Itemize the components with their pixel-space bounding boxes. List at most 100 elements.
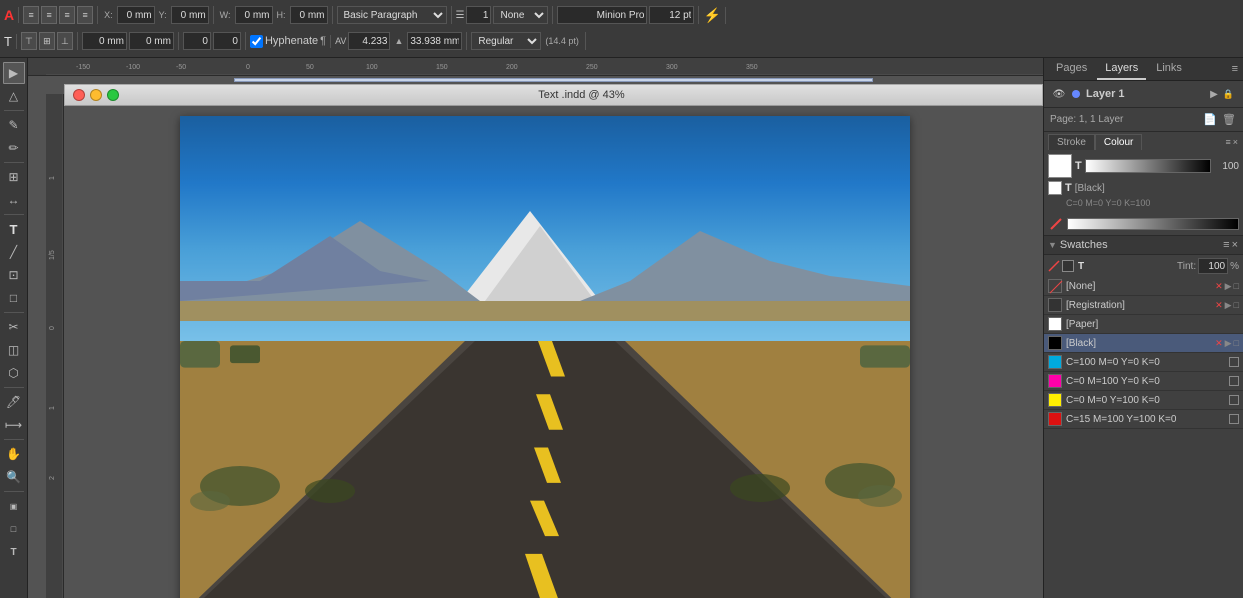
type-tool-btn[interactable]: T	[3, 218, 25, 240]
measure-btn[interactable]: ⟼	[3, 414, 25, 436]
x-input[interactable]: 0 mm	[117, 6, 155, 24]
pilcrow-icon: ¶	[320, 35, 326, 47]
paragraph-style-select[interactable]: Basic Paragraph	[337, 6, 447, 24]
hyphenate-checkbox[interactable]	[250, 35, 263, 48]
swatch-magenta-box	[1229, 376, 1239, 386]
close-button[interactable]	[73, 89, 85, 101]
swatch-black[interactable]: [Black] ✕ ▶ □	[1044, 334, 1243, 353]
scale-btn[interactable]: ↔	[3, 189, 25, 211]
swatch-paper[interactable]: [Paper]	[1044, 315, 1243, 334]
swatch-red[interactable]: C=15 M=100 Y=100 K=0	[1044, 410, 1243, 429]
tint-value-input[interactable]: 100	[1198, 258, 1228, 274]
maximize-button[interactable]	[107, 89, 119, 101]
svg-text:250: 250	[586, 64, 598, 71]
tab-pages[interactable]: Pages	[1048, 58, 1095, 80]
swatches-close-btn[interactable]: ×	[1231, 238, 1239, 252]
align-center-btn[interactable]: ≡	[41, 6, 57, 24]
color-slider-bar[interactable]	[1085, 159, 1211, 173]
align-bottom-btn[interactable]: ⊥	[57, 32, 73, 50]
toolbar-group-size: W: 0 mm H: 0 mm	[218, 6, 333, 24]
new-page-btn[interactable]: 📄	[1202, 112, 1218, 127]
t-row-2: T [Black]	[1044, 180, 1243, 196]
swatch-yellow[interactable]: C=0 M=0 Y=100 K=0	[1044, 391, 1243, 410]
pen-tool-btn[interactable]: ✎	[3, 114, 25, 136]
font-style-select[interactable]: Regular	[471, 32, 541, 50]
type-on-path-btn[interactable]: T	[3, 541, 25, 563]
panel-header-tabs: Pages Layers Links ≡	[1044, 58, 1243, 81]
preview-btn[interactable]: □	[3, 518, 25, 540]
toolbar-group-tracking: AV 4.233 ▲ 33.938 mm	[335, 32, 467, 50]
stroke-mini[interactable]	[1062, 260, 1074, 272]
swatch-registration[interactable]: [Registration] ✕ ▶ □	[1044, 296, 1243, 315]
num2-input[interactable]	[213, 32, 241, 50]
font-size-input[interactable]: 12 pt	[649, 6, 694, 24]
cmyk-value: C=0 M=0 Y=0 K=100	[1066, 198, 1150, 208]
t-fill-box[interactable]	[1048, 181, 1062, 195]
swatch-cyan[interactable]: C=100 M=0 Y=0 K=0	[1044, 353, 1243, 372]
eyedropper-btn[interactable]: 🖊	[3, 391, 25, 413]
swatches-label: Swatches	[1060, 239, 1222, 251]
swatches-menu-btn[interactable]: ≡	[1222, 238, 1230, 252]
layers-section: 👁 Layer 1 ▶ 🔒	[1044, 81, 1243, 108]
x-label: X:	[102, 10, 115, 20]
h-input[interactable]: 0 mm	[290, 6, 328, 24]
toolbar-group-font: Minion Pro 12 pt	[557, 6, 699, 24]
toolbar-group-flash: ⚡	[703, 7, 725, 24]
align-justify-btn[interactable]: ≡	[77, 6, 93, 24]
baseline-input[interactable]: 33.938 mm	[407, 32, 462, 50]
x2-input[interactable]	[82, 32, 127, 50]
shape-tool-btn[interactable]: □	[3, 287, 25, 309]
minimize-button[interactable]	[90, 89, 102, 101]
direct-select-btn[interactable]: △	[3, 85, 25, 107]
scissors-btn[interactable]: ✂	[3, 316, 25, 338]
none-select[interactable]: None	[493, 6, 548, 24]
align-top-btn[interactable]: ⊤	[21, 32, 37, 50]
delete-page-btn[interactable]: 🗑	[1221, 112, 1237, 127]
app-icon: A	[4, 7, 14, 23]
num1-input[interactable]	[183, 32, 211, 50]
align-middle-btn[interactable]: ⊞	[39, 32, 55, 50]
swatch-none[interactable]: [None] ✕ ▶ □	[1044, 277, 1243, 296]
align-right-btn[interactable]: ≡	[59, 6, 75, 24]
separator-3	[4, 214, 24, 215]
font-name-input[interactable]: Minion Pro	[557, 6, 647, 24]
toolbar-group-lines: ☰ None	[456, 6, 554, 24]
color-fill-btn[interactable]: ▣	[3, 495, 25, 517]
toolbar-group-offset2	[82, 32, 179, 50]
line-tool-btn[interactable]: ╱	[3, 241, 25, 263]
hand-tool-btn[interactable]: ✋	[3, 443, 25, 465]
selection-tool-btn[interactable]: ▶	[3, 62, 25, 84]
window-controls	[73, 89, 119, 101]
paint-bucket-btn[interactable]: ⬡	[3, 362, 25, 384]
tab-links[interactable]: Links	[1148, 58, 1190, 80]
stroke-tab[interactable]: Stroke	[1048, 134, 1095, 150]
lines-input[interactable]	[466, 6, 491, 24]
layer-eye-icon[interactable]: 👁	[1052, 87, 1066, 101]
y2-input[interactable]	[129, 32, 174, 50]
colour-panel-menu[interactable]: ≡	[1224, 134, 1231, 150]
colour-panel-expand[interactable]: ×	[1232, 134, 1239, 150]
layer-expand-icon[interactable]: ▶	[1210, 89, 1218, 100]
shrubs-svg	[180, 426, 910, 526]
swatch-yellow-color	[1048, 393, 1062, 407]
layer-lock-btn[interactable]: 🔒	[1222, 88, 1235, 101]
frame-tool-btn[interactable]: ⊡	[3, 264, 25, 286]
page-canvas	[66, 106, 1023, 598]
tracking-input[interactable]: 4.233	[348, 32, 390, 50]
w-input[interactable]: 0 mm	[235, 6, 273, 24]
tab-layers[interactable]: Layers	[1097, 58, 1146, 80]
gradient-row	[1044, 213, 1243, 235]
transform-btn[interactable]: ⊞	[3, 166, 25, 188]
align-left-btn[interactable]: ≡	[23, 6, 39, 24]
colour-tab[interactable]: Colour	[1095, 134, 1142, 150]
gradient-btn[interactable]: ◫	[3, 339, 25, 361]
pencil-btn[interactable]: ✏	[3, 137, 25, 159]
fill-swatch[interactable]	[1048, 154, 1072, 178]
gradient-preview-bar[interactable]	[1067, 218, 1239, 230]
panel-menu-btn[interactable]: ≡	[1231, 58, 1239, 80]
y-input[interactable]: 0 mm	[171, 6, 209, 24]
t-label-2: T	[1065, 182, 1072, 194]
zoom-tool-btn[interactable]: 🔍	[3, 466, 25, 488]
swatches-triangle[interactable]: ▼	[1048, 240, 1057, 250]
swatch-magenta[interactable]: C=0 M=100 Y=0 K=0	[1044, 372, 1243, 391]
